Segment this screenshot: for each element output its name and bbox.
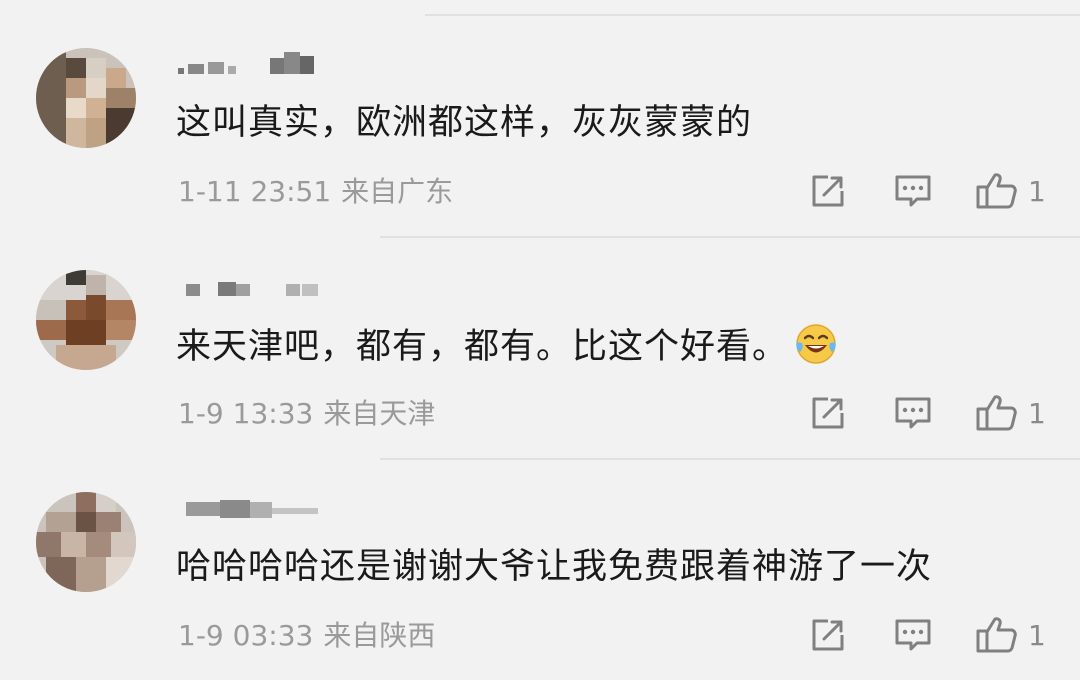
- share-icon: [812, 619, 844, 651]
- share-icon: [812, 175, 844, 207]
- reply-button[interactable]: [893, 615, 933, 655]
- comment-text: 来天津吧，都有，都有。比这个好看。: [176, 322, 838, 378]
- reply-button[interactable]: [893, 171, 933, 211]
- divider: [425, 14, 1080, 16]
- comment-time: 1-9 03:33: [178, 619, 314, 652]
- thumbs-up-icon: [976, 617, 1017, 653]
- comment-text: 这叫真实，欧洲都这样，灰灰蒙蒙的: [176, 103, 753, 143]
- divider: [380, 236, 1080, 238]
- comment-text: 哈哈哈哈还是谢谢大爷让我免费跟着神游了一次: [176, 547, 933, 587]
- like-count: 1: [1028, 175, 1046, 208]
- divider: [380, 458, 1080, 460]
- username-blurred[interactable]: [178, 270, 378, 300]
- like-button[interactable]: [975, 615, 1019, 655]
- comment-item: 这叫真实，欧洲都这样，灰灰蒙蒙的 1-11 23:51 来自广东 1: [0, 14, 1080, 236]
- comment-item: 哈哈哈哈还是谢谢大爷让我免费跟着神游了一次 1-9 03:33 来自陕西 1: [0, 458, 1080, 680]
- like-count: 1: [1028, 619, 1046, 652]
- comment-meta: 1-9 03:33 来自陕西: [178, 618, 435, 654]
- username-blurred[interactable]: [178, 492, 378, 522]
- comment-location: 来自陕西: [323, 619, 436, 652]
- share-button[interactable]: [808, 393, 848, 433]
- thumbs-up-icon: [976, 173, 1017, 209]
- like-button[interactable]: [975, 393, 1019, 433]
- comment-location: 来自广东: [341, 175, 454, 208]
- comment-time: 1-9 13:33: [178, 397, 314, 430]
- like-count: 1: [1028, 397, 1046, 430]
- avatar[interactable]: [36, 492, 136, 592]
- comment-location: 来自天津: [323, 397, 436, 430]
- thumbs-up-icon: [976, 395, 1017, 431]
- avatar[interactable]: [36, 270, 136, 370]
- avatar[interactable]: [36, 48, 136, 148]
- share-button[interactable]: [808, 171, 848, 211]
- comment-meta: 1-9 13:33 来自天津: [178, 396, 435, 432]
- comment-icon: [895, 619, 931, 651]
- comment-icon: [895, 175, 931, 207]
- comment-time: 1-11 23:51: [178, 175, 332, 208]
- laughing-tears-emoji-icon: [794, 322, 838, 378]
- comment-item: 来天津吧，都有，都有。比这个好看。 1-9 13:33 来自天津 1: [0, 236, 1080, 458]
- like-button[interactable]: [975, 171, 1019, 211]
- comment-meta: 1-11 23:51 来自广东: [178, 174, 453, 210]
- reply-button[interactable]: [893, 393, 933, 433]
- comment-icon: [895, 397, 931, 429]
- username-blurred[interactable]: [178, 48, 378, 78]
- share-button[interactable]: [808, 615, 848, 655]
- share-icon: [812, 397, 844, 429]
